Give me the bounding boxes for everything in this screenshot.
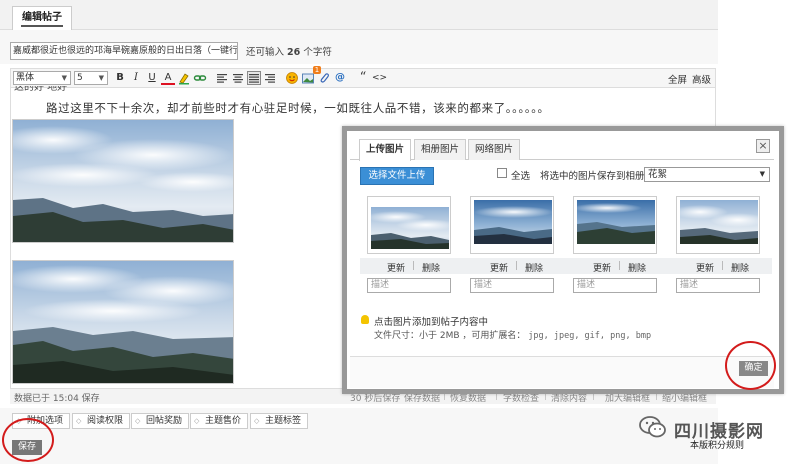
action-divider: | — [618, 261, 622, 271]
char-count-prefix: 还可输入 — [246, 47, 285, 58]
close-icon[interactable]: × — [756, 139, 770, 153]
post-image-1[interactable] — [12, 119, 234, 243]
action-divider: | — [412, 261, 416, 271]
option-topic-price[interactable]: 主题售价 — [190, 413, 249, 429]
thumbnail-card[interactable] — [367, 196, 451, 254]
align-center-icon[interactable] — [231, 71, 245, 85]
thumbnail-card[interactable] — [676, 196, 760, 254]
advanced-button[interactable]: 高级 — [692, 72, 711, 86]
code-button[interactable]: <> — [372, 71, 387, 85]
highlight-icon[interactable] — [177, 71, 191, 85]
annotation-circle — [725, 341, 776, 390]
bold-button[interactable]: B — [113, 71, 127, 85]
select-all-checkbox[interactable] — [497, 168, 507, 178]
char-count-value: 26 — [287, 47, 301, 58]
font-family-value: 黑体 — [16, 73, 35, 83]
title-input[interactable]: 嘉威都很近也很远的邛海旱碗嘉原般的日出日落（一键行 — [10, 42, 238, 60]
update-link-1[interactable]: 更新 — [387, 261, 405, 274]
thumbnail-card[interactable] — [573, 196, 657, 254]
chevron-down-icon: ▼ — [759, 170, 765, 178]
tab-edit-post[interactable]: 编辑帖子 — [12, 6, 72, 30]
update-link-3[interactable]: 更新 — [593, 261, 611, 274]
album-select-value: 花絮 — [648, 169, 668, 180]
chevron-down-icon: ▼ — [98, 74, 104, 82]
description-input-1[interactable]: 描述 — [367, 278, 451, 293]
dialog-footer — [350, 356, 774, 388]
align-right-icon[interactable] — [263, 71, 277, 85]
annotation-circle — [2, 418, 54, 462]
char-count-suffix: 个字符 — [303, 47, 332, 58]
chevron-down-icon: ▼ — [61, 74, 67, 82]
autosave-status: 数据已于 15:04 保存 — [14, 394, 100, 404]
tab-bar — [0, 0, 718, 30]
save-to-album-label: 将选中的图片保存到相册: — [540, 171, 648, 182]
action-divider: | — [721, 261, 725, 271]
thumbnail-image[interactable] — [680, 200, 758, 244]
delete-link-3[interactable]: 删除 — [628, 261, 646, 274]
delete-link-1[interactable]: 删除 — [422, 261, 440, 274]
link-icon[interactable] — [193, 71, 207, 85]
delete-link-2[interactable]: 删除 — [525, 261, 543, 274]
tab-album-image[interactable]: 相册图片 — [414, 139, 467, 160]
select-all-label: 全选 — [511, 171, 531, 182]
attachment-icon[interactable] — [317, 71, 331, 85]
smiley-icon[interactable] — [285, 71, 299, 85]
italic-button[interactable]: I — [129, 71, 143, 85]
align-left-icon[interactable] — [215, 71, 229, 85]
update-link-2[interactable]: 更新 — [490, 261, 508, 274]
thumbnail-image[interactable] — [474, 200, 552, 244]
description-input-4[interactable]: 描述 — [676, 278, 760, 293]
char-count: 还可输入 26 个字符 — [246, 44, 332, 58]
option-reply-reward[interactable]: 回帖奖励 — [131, 413, 190, 429]
description-input-2[interactable]: 描述 — [470, 278, 554, 293]
font-size-value: 5 — [77, 73, 83, 83]
font-family-select[interactable]: 黑体 ▼ — [13, 71, 71, 85]
tab-web-image[interactable]: 网络图片 — [468, 139, 521, 160]
action-divider: | — [515, 261, 519, 271]
insert-tip: 点击图片添加到帖子内容中 — [374, 317, 489, 328]
editor-body-text: 路过这里不下十余次，却才前些时才有心驻足时候，一如既往人品不错，该来的都来了。。… — [46, 101, 550, 115]
align-justify-icon[interactable] — [247, 71, 261, 85]
select-file-upload-button[interactable]: 选择文件上传 — [360, 167, 434, 185]
extensions-text: jpg, jpeg, gif, png, bmp — [528, 331, 652, 341]
fullscreen-button[interactable]: 全屏 — [668, 72, 687, 86]
description-input-3[interactable]: 描述 — [573, 278, 657, 293]
option-topic-tags[interactable]: 主题标签 — [250, 413, 309, 429]
thumbnail-image[interactable] — [371, 207, 449, 249]
file-size-text: 文件尺寸：小于 2MB ，可用扩展名： — [374, 331, 526, 341]
lightbulb-icon — [361, 315, 369, 324]
tab-upload-image[interactable]: 上传图片 — [359, 139, 412, 161]
post-image-2[interactable] — [12, 260, 234, 384]
delete-link-4[interactable]: 删除 — [731, 261, 749, 274]
thumbnail-card[interactable] — [470, 196, 554, 254]
font-color-button[interactable]: A — [161, 71, 175, 85]
font-size-select[interactable]: 5 ▼ — [74, 71, 108, 85]
option-read-permission[interactable]: 阅读权限 — [72, 413, 131, 429]
editor-partial-line: 这的好 地好 — [14, 86, 68, 93]
update-link-4[interactable]: 更新 — [696, 261, 714, 274]
wechat-logo-icon — [638, 414, 668, 440]
thumbnail-image[interactable] — [577, 200, 655, 244]
forum-rules-link[interactable]: 本版积分规则 — [690, 438, 744, 451]
album-select[interactable]: 花絮 ▼ — [644, 167, 770, 182]
file-info: 文件尺寸：小于 2MB ，可用扩展名： jpg, jpeg, gif, png,… — [374, 328, 651, 341]
mention-button[interactable]: @ — [333, 71, 347, 85]
underline-button[interactable]: U — [145, 71, 159, 85]
quote-button[interactable]: “ — [356, 71, 370, 85]
